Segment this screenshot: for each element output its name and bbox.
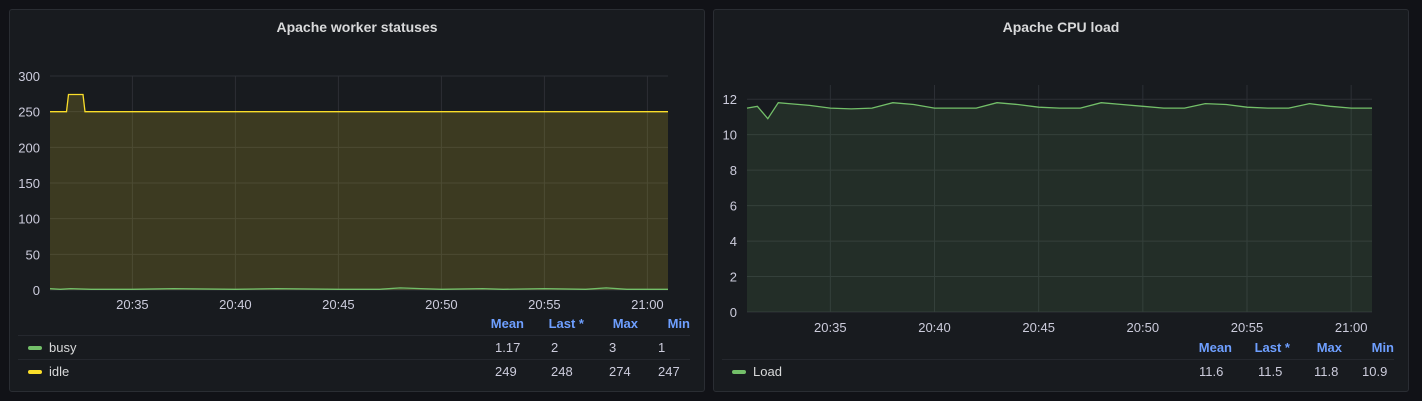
legend-max-value: 274 — [609, 364, 631, 379]
panel-apache-cpu-load[interactable]: Apache CPU load 0 2 4 6 8 10 12 20:35 20:40 20:45… — [713, 9, 1409, 392]
y-axis-tick-label: 200 — [18, 140, 40, 155]
legend-last-value: 11.5 — [1258, 364, 1283, 379]
y-axis-tick-label: 150 — [18, 176, 40, 191]
y-axis-tick-label: 0 — [730, 305, 737, 320]
legend-min-value: 247 — [658, 364, 680, 379]
x-axis-tick-label: 21:00 — [631, 297, 664, 310]
x-axis-tick-label: 20:40 — [219, 297, 252, 310]
legend-series-name[interactable]: Load — [753, 364, 782, 379]
y-axis-tick-label: 10 — [723, 128, 737, 143]
x-axis-tick-label: 20:45 — [322, 297, 355, 310]
x-axis-tick-label: 20:35 — [814, 320, 847, 335]
legend-header-max[interactable]: Max — [613, 316, 638, 331]
legend-header-mean[interactable]: Mean — [1199, 340, 1232, 355]
y-axis-tick-label: 8 — [730, 163, 737, 178]
series-line-idle — [50, 93, 668, 113]
legend-header-mean[interactable]: Mean — [491, 316, 524, 331]
x-axis-tick-label: 20:55 — [528, 297, 561, 310]
legend-mean-value: 249 — [495, 364, 517, 379]
x-axis-tick-label: 20:35 — [116, 297, 149, 310]
y-axis-tick-label: 12 — [723, 92, 737, 107]
y-axis-tick-label: 0 — [33, 283, 40, 298]
worker-status-chart[interactable]: 0 50 100 150 200 250 300 20:35 20:40 20:45 20:50 20… — [10, 10, 706, 310]
legend-mean-value: 11.6 — [1199, 364, 1224, 379]
y-axis-tick-label: 4 — [730, 234, 737, 249]
y-axis-tick-label: 2 — [730, 270, 737, 285]
legend-color-swatch[interactable] — [28, 370, 42, 374]
legend-header-row: Mean Last * Max Min — [722, 337, 1394, 357]
legend-table: Mean Last * Max Min Load 11.6 11.5 11.8 … — [722, 337, 1394, 385]
legend-row-load[interactable]: Load 11.6 11.5 11.8 10.9 — [722, 359, 1394, 383]
legend-max-value: 11.8 — [1314, 364, 1339, 379]
cpu-load-chart[interactable]: 0 2 4 6 8 10 12 20:35 20:40 20:45 20:50 20:55 21:00 — [714, 10, 1410, 340]
x-axis-tick-label: 20:50 — [1127, 320, 1160, 335]
legend-header-last[interactable]: Last * — [549, 316, 584, 331]
legend-max-value: 3 — [609, 340, 617, 355]
x-axis-tick-label: 20:40 — [918, 320, 951, 335]
legend-series-name[interactable]: busy — [49, 340, 76, 355]
legend-min-value: 1 — [658, 340, 666, 355]
legend-header-min[interactable]: Min — [668, 316, 690, 331]
legend-table: Mean Last * Max Min busy 1.17 2 3 1 idle… — [18, 313, 690, 383]
legend-header-max[interactable]: Max — [1317, 340, 1342, 355]
legend-row-idle[interactable]: idle 249 248 274 247 — [18, 359, 690, 383]
legend-series-name[interactable]: idle — [49, 364, 69, 379]
legend-header-min[interactable]: Min — [1372, 340, 1394, 355]
legend-header-row: Mean Last * Max Min — [18, 313, 690, 333]
legend-color-swatch[interactable] — [732, 370, 746, 374]
x-axis-tick-label: 20:55 — [1231, 320, 1264, 335]
series-area-load — [747, 102, 1372, 312]
legend-last-value: 2 — [551, 340, 559, 355]
legend-row-busy[interactable]: busy 1.17 2 3 1 — [18, 335, 690, 359]
y-axis-tick-label: 50 — [26, 247, 40, 262]
y-axis-tick-label: 250 — [18, 105, 40, 120]
legend-color-swatch[interactable] — [28, 346, 42, 350]
legend-header-last[interactable]: Last * — [1255, 340, 1290, 355]
panel-apache-worker-statuses[interactable]: Apache worker statuses 0 50 100 150 200 250 30… — [9, 9, 705, 392]
legend-mean-value: 1.17 — [495, 340, 521, 355]
y-axis-tick-label: 300 — [18, 69, 40, 84]
legend-last-value: 248 — [551, 364, 573, 379]
series-area-idle — [50, 94, 668, 290]
x-axis-tick-label: 20:50 — [425, 297, 458, 310]
y-axis-tick-label: 100 — [18, 212, 40, 227]
x-axis-tick-label: 20:45 — [1022, 320, 1055, 335]
x-axis-tick-label: 21:00 — [1335, 320, 1368, 335]
legend-min-value: 10.9 — [1362, 364, 1388, 379]
y-axis-tick-label: 6 — [730, 199, 737, 214]
